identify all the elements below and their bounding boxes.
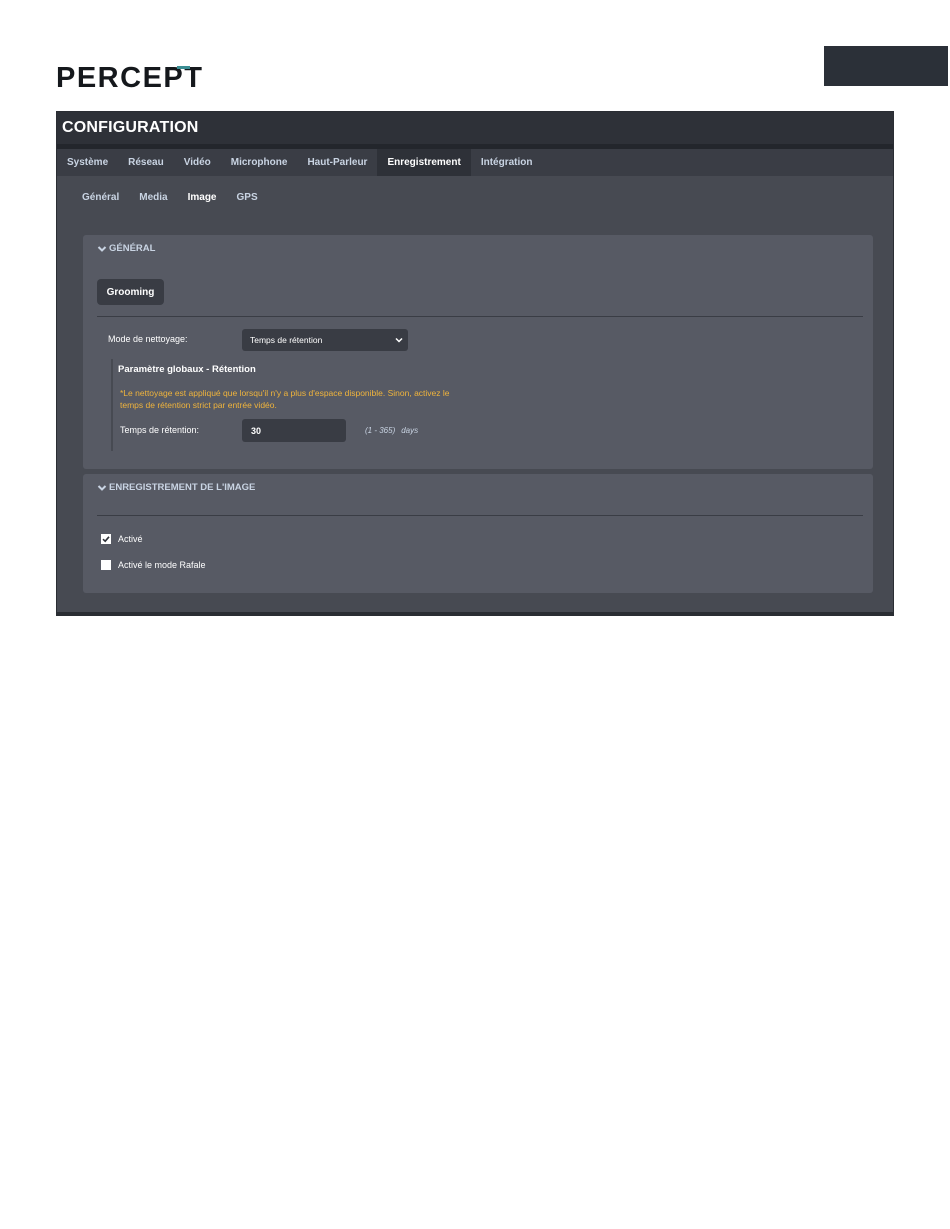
window-bottom-edge xyxy=(57,612,893,615)
page-title: CONFIGURATION xyxy=(57,112,893,144)
burst-mode-label: Activé le mode Rafale xyxy=(118,560,206,570)
tab-microphone[interactable]: Microphone xyxy=(221,149,298,176)
general-panel: GÉNÉRAL Grooming Mode de nettoyage: Temp… xyxy=(83,235,873,469)
sub-tabs: Général Media Image GPS xyxy=(57,176,893,218)
image-recording-panel: ENREGISTREMENT DE L'IMAGE Activé Activé … xyxy=(83,474,873,593)
header-corner-block xyxy=(824,46,948,86)
subtab-general[interactable]: Général xyxy=(72,192,129,203)
tab-enregistrement[interactable]: Enregistrement xyxy=(377,149,471,176)
burst-mode-checkbox[interactable] xyxy=(101,560,111,570)
global-retention-title: Paramètre globaux - Rétention xyxy=(118,364,256,375)
section-divider xyxy=(97,316,863,317)
chevron-down-icon xyxy=(395,337,403,343)
subtab-gps[interactable]: GPS xyxy=(227,192,268,203)
retention-note-line-2: temps de rétention strict par entrée vid… xyxy=(120,400,277,410)
tab-reseau[interactable]: Réseau xyxy=(118,149,174,176)
cleanup-mode-value: Temps de rétention xyxy=(250,335,323,345)
general-panel-title: GÉNÉRAL xyxy=(109,243,156,254)
configuration-window: CONFIGURATION Système Réseau Vidéo Micro… xyxy=(56,111,894,616)
section-divider xyxy=(97,515,863,516)
checkmark-icon xyxy=(102,536,110,543)
retention-note-line-1: *Le nettoyage est appliqué que lorsqu'il… xyxy=(120,388,450,398)
subtab-image[interactable]: Image xyxy=(178,192,227,203)
main-tabs: Système Réseau Vidéo Microphone Haut-Par… xyxy=(57,149,893,176)
tab-systeme[interactable]: Système xyxy=(57,149,118,176)
enabled-checkbox-row[interactable]: Activé xyxy=(101,534,143,544)
enabled-label: Activé xyxy=(118,534,143,544)
chevron-down-icon xyxy=(97,245,107,252)
logo-accent xyxy=(177,66,190,69)
grooming-button[interactable]: Grooming xyxy=(97,279,164,305)
subtab-media[interactable]: Media xyxy=(129,192,177,203)
image-recording-panel-header[interactable]: ENREGISTREMENT DE L'IMAGE xyxy=(97,482,255,493)
general-panel-header[interactable]: GÉNÉRAL xyxy=(97,243,155,254)
chevron-down-icon xyxy=(97,484,107,491)
burst-mode-checkbox-row[interactable]: Activé le mode Rafale xyxy=(101,560,206,570)
retention-time-input[interactable]: 30 xyxy=(242,419,346,442)
retention-range: (1 - 365) xyxy=(365,426,396,435)
retention-range-hint: (1 - 365) days xyxy=(365,426,418,435)
tab-haut-parleur[interactable]: Haut-Parleur xyxy=(297,149,377,176)
percept-logo: PERCEPT xyxy=(56,62,202,90)
image-recording-panel-title: ENREGISTREMENT DE L'IMAGE xyxy=(109,482,256,493)
retention-time-label: Temps de rétention: xyxy=(120,425,200,435)
tab-video[interactable]: Vidéo xyxy=(174,149,221,176)
content-area: GÉNÉRAL Grooming Mode de nettoyage: Temp… xyxy=(57,218,893,615)
cleanup-mode-label: Mode de nettoyage: xyxy=(108,334,188,344)
enabled-checkbox[interactable] xyxy=(101,534,111,544)
global-retention-group: Paramètre globaux - Rétention *Le nettoy… xyxy=(111,359,511,451)
retention-note: *Le nettoyage est appliqué que lorsqu'il… xyxy=(120,387,490,411)
tab-integration[interactable]: Intégration xyxy=(471,149,543,176)
retention-units: days xyxy=(401,426,419,435)
cleanup-mode-select[interactable]: Temps de rétention xyxy=(242,329,408,351)
